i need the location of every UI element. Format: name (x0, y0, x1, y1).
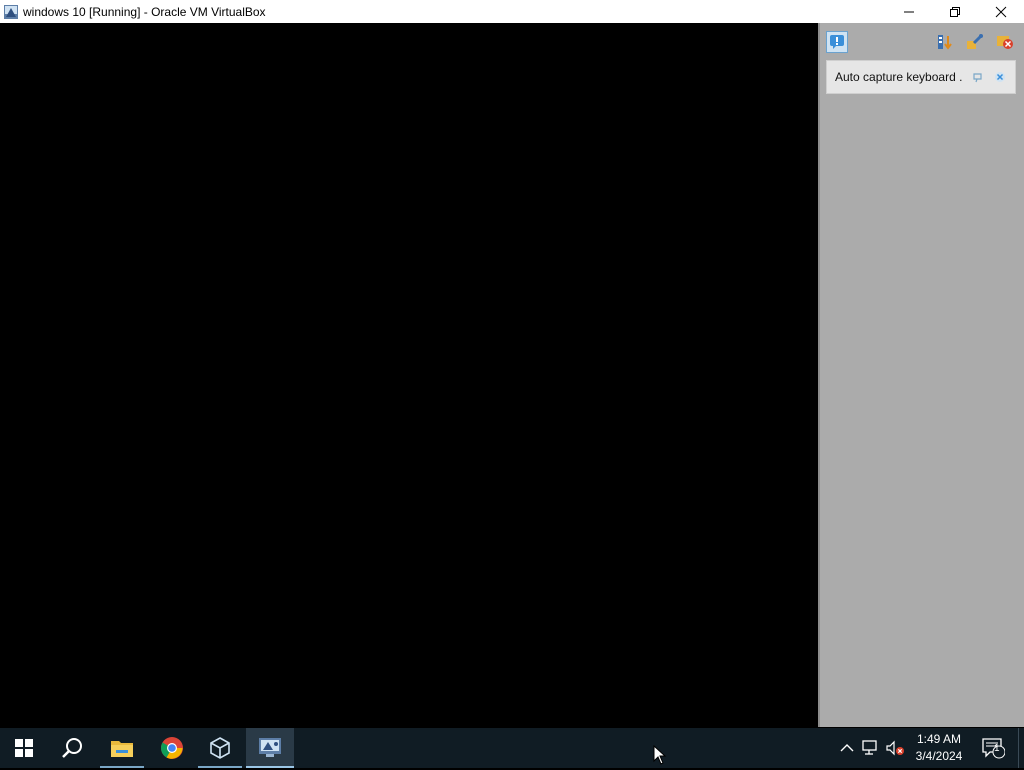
taskbar-virtualbox-manager[interactable] (196, 728, 244, 768)
volume-muted-icon (886, 740, 904, 756)
notification-item[interactable]: Auto capture keyboard ... (826, 60, 1016, 94)
sort-button[interactable] (934, 31, 956, 53)
show-desktop-button[interactable] (1018, 728, 1024, 768)
restore-icon (950, 6, 960, 17)
notification-text: Auto capture keyboard ... (835, 70, 963, 84)
pin-icon (973, 73, 982, 83)
taskbar-virtualbox-vm[interactable] (246, 728, 294, 768)
clock-time: 1:49 AM (916, 732, 962, 746)
network-icon (862, 740, 877, 755)
search-button[interactable] (48, 728, 96, 768)
windows-logo-icon (15, 739, 33, 757)
minimize-button[interactable] (886, 0, 932, 23)
delete-all-button[interactable] (994, 31, 1016, 53)
close-icon (995, 6, 1007, 17)
taskbar-clock[interactable]: 1:49 AM 3/4/2024 (908, 728, 970, 768)
search-icon (62, 738, 82, 758)
chrome-icon (161, 737, 183, 759)
taskbar-file-explorer[interactable] (98, 728, 146, 768)
show-hidden-icons-button[interactable] (836, 728, 858, 768)
keep-finished-button[interactable] (964, 31, 986, 53)
virtualbox-icon (210, 737, 230, 759)
notifications-badge: 1 (994, 743, 1000, 754)
clock-date: 3/4/2024 (915, 749, 963, 763)
notification-close-button[interactable] (989, 66, 1011, 88)
notification-pin-button[interactable] (967, 66, 989, 88)
close-button[interactable] (978, 0, 1024, 23)
start-button[interactable] (0, 728, 48, 768)
vm-display[interactable] (0, 23, 818, 727)
taskbar: 1:49 AM 3/4/2024 1 (0, 728, 1024, 768)
window-title: windows 10 [Running] - Oracle VM Virtual… (23, 4, 266, 19)
notification-center-icon (830, 35, 844, 49)
volume-button[interactable] (884, 728, 906, 768)
restore-button[interactable] (932, 0, 978, 23)
delete-all-icon (997, 36, 1013, 49)
chevron-up-icon (840, 744, 854, 752)
action-center-icon (982, 738, 1005, 759)
folder-icon (111, 741, 133, 757)
notification-center-toolbar (820, 27, 1024, 57)
notification-center-toggle-button[interactable] (826, 31, 848, 53)
virtualbox-vm-icon (3, 4, 19, 20)
mouse-cursor-icon (653, 744, 667, 770)
network-button[interactable] (860, 728, 882, 768)
minimize-icon (904, 11, 914, 12)
virtualbox-vm-icon (259, 738, 281, 757)
notification-center-panel: Auto capture keyboard ... (818, 23, 1024, 727)
close-icon (995, 72, 1005, 82)
sort-icon (938, 35, 952, 50)
taskbar-chrome[interactable] (148, 728, 196, 768)
window-titlebar[interactable]: windows 10 [Running] - Oracle VM Virtual… (0, 0, 1024, 23)
keep-finished-icon (967, 33, 984, 49)
action-center-button[interactable]: 1 (978, 728, 1008, 768)
window-controls (886, 0, 1024, 23)
